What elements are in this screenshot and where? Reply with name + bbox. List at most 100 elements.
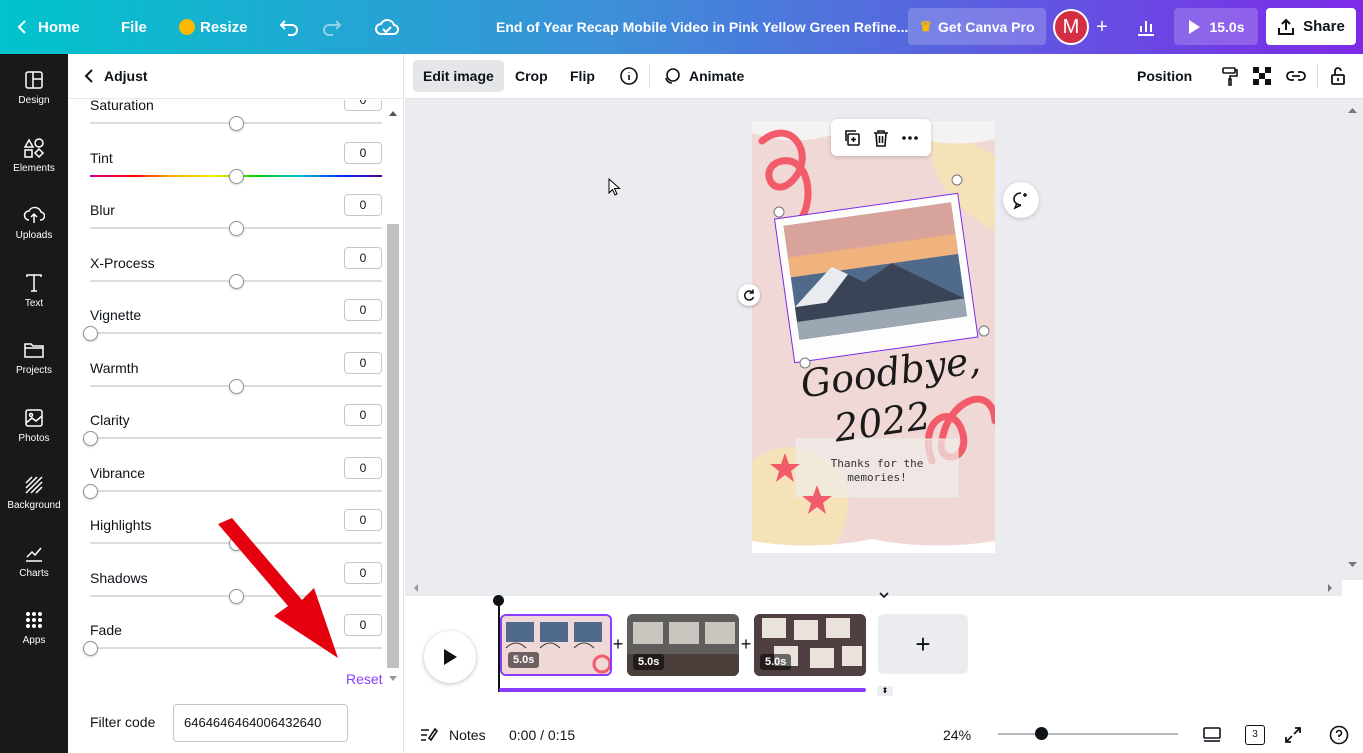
insights-button[interactable]: [1136, 0, 1156, 54]
sidebar-item-projects[interactable]: Projects: [0, 328, 68, 388]
zoom-level[interactable]: 24%: [943, 716, 971, 753]
slider-knob[interactable]: [83, 431, 98, 446]
page-view-icon: [1203, 726, 1221, 742]
sidebar-item-design[interactable]: Design: [0, 58, 68, 118]
share-button[interactable]: Share: [1266, 8, 1356, 45]
sidebar-item-text[interactable]: Text: [0, 261, 68, 321]
slider-value-input[interactable]: 0: [344, 299, 382, 321]
undo-icon: [279, 20, 298, 36]
position-button[interactable]: Position: [1127, 60, 1202, 92]
design-page[interactable]: Goodbye, 2022 Thanks for the memories!: [752, 121, 995, 553]
redo-button[interactable]: [322, 0, 342, 54]
undo-button[interactable]: [279, 0, 299, 54]
timeline-resize-handle[interactable]: ⬍: [877, 686, 893, 696]
trash-icon[interactable]: [872, 129, 890, 147]
slider-value-input[interactable]: 0: [344, 351, 382, 374]
zoom-slider-track[interactable]: [998, 733, 1178, 735]
slider-value-input[interactable]: 0: [344, 456, 382, 479]
timeline-clip-3[interactable]: 5.0s: [754, 614, 866, 676]
more-icon[interactable]: [901, 129, 919, 147]
slider-row-blur: Blur 0: [90, 194, 382, 254]
sidebar-item-elements[interactable]: Elements: [0, 126, 68, 186]
slider-track[interactable]: [90, 489, 382, 492]
scroll-up-icon[interactable]: [386, 108, 400, 118]
slider-value-input[interactable]: 0: [344, 246, 382, 269]
slider-knob[interactable]: [83, 641, 98, 656]
notes-button[interactable]: Notes: [419, 716, 486, 753]
collapse-timeline-icon[interactable]: [874, 590, 894, 600]
scroll-up-icon[interactable]: [1342, 105, 1363, 115]
slider-knob[interactable]: [229, 221, 244, 236]
flip-button[interactable]: Flip: [560, 60, 605, 92]
scroll-right-icon[interactable]: [1325, 580, 1335, 596]
slider-knob[interactable]: [229, 168, 244, 184]
canvas-vertical-scrollbar[interactable]: [1342, 99, 1363, 580]
sidebar-item-apps[interactable]: Apps: [0, 598, 68, 658]
scroll-thumb[interactable]: [387, 224, 399, 668]
slider-value-input[interactable]: 0: [344, 100, 382, 111]
slider-value-input[interactable]: 0: [344, 404, 382, 426]
duplicate-icon[interactable]: [843, 129, 861, 147]
scroll-left-icon[interactable]: [411, 580, 421, 596]
text-icon: [26, 274, 42, 292]
clip-duration: 5.0s: [633, 654, 665, 670]
slider-knob[interactable]: [83, 326, 98, 341]
slider-knob[interactable]: [229, 378, 244, 394]
sidebar-item-uploads[interactable]: Uploads: [0, 193, 68, 253]
invite-plus-icon[interactable]: +: [1091, 16, 1113, 38]
rotate-handle[interactable]: [738, 284, 760, 306]
slider-track[interactable]: [90, 332, 382, 334]
file-menu[interactable]: File: [121, 0, 147, 54]
timeline-clip-2[interactable]: 5.0s: [627, 614, 739, 676]
scroll-down-icon[interactable]: [1342, 560, 1363, 570]
note-text-line-1[interactable]: Thanks for the: [796, 457, 958, 470]
get-pro-button[interactable]: ♛ Get Canva Pro: [908, 8, 1046, 45]
lock-button[interactable]: [1320, 60, 1356, 92]
paint-roller-icon: [1222, 67, 1238, 86]
panel-scrollbar[interactable]: [386, 108, 400, 681]
scroll-down-icon[interactable]: [386, 674, 400, 684]
resize-button[interactable]: Resize: [179, 0, 248, 54]
sidebar-item-label: Uploads: [15, 230, 53, 241]
page-view-button[interactable]: [1202, 716, 1222, 753]
crop-button[interactable]: Crop: [505, 60, 558, 92]
slider-knob[interactable]: [229, 273, 244, 289]
apps-icon: [26, 612, 42, 628]
document-title[interactable]: End of Year Recap Mobile Video in Pink Y…: [496, 0, 908, 54]
timeline-progress-bar: [499, 688, 866, 692]
slider-knob[interactable]: [229, 116, 244, 131]
filter-code-input[interactable]: 6464646464006432640: [173, 704, 348, 742]
add-transition-icon[interactable]: +: [611, 634, 625, 654]
add-comment-button[interactable]: [1003, 182, 1039, 218]
slider-track[interactable]: [90, 437, 382, 439]
help-button[interactable]: [1329, 716, 1349, 753]
avatar[interactable]: M: [1053, 9, 1089, 45]
animate-button[interactable]: Animate: [653, 60, 754, 92]
sidebar-item-charts[interactable]: Charts: [0, 531, 68, 591]
present-play-button[interactable]: 15.0s: [1174, 8, 1258, 45]
sidebar-item-photos[interactable]: Photos: [0, 396, 68, 456]
animate-label: Animate: [689, 68, 745, 84]
home-button[interactable]: Home: [16, 0, 80, 54]
timeline-play-button[interactable]: [424, 631, 476, 683]
note-text-line-2[interactable]: memories!: [796, 471, 958, 484]
link-button[interactable]: [1275, 60, 1317, 92]
timeline-clip-1[interactable]: 5.0s: [500, 614, 612, 676]
slider-row-tint: Tint 0: [90, 141, 382, 202]
save-status-button[interactable]: [375, 0, 399, 54]
sidebar-item-background[interactable]: Background: [0, 463, 68, 523]
add-page-button[interactable]: +: [878, 614, 968, 674]
slider-value-input[interactable]: 0: [344, 141, 382, 164]
add-transition-icon[interactable]: +: [739, 634, 753, 654]
slider-knob[interactable]: [83, 483, 98, 499]
slider-value-input[interactable]: 0: [344, 194, 382, 216]
side-navigation: Design Elements Uploads Text Projects Ph…: [0, 54, 68, 753]
zoom-slider-knob[interactable]: [1035, 727, 1049, 740]
fullscreen-button[interactable]: [1284, 716, 1302, 753]
reset-button[interactable]: Reset: [346, 671, 383, 687]
edit-image-button[interactable]: Edit image: [413, 60, 504, 92]
photo-icon: [25, 409, 43, 427]
info-button[interactable]: [609, 60, 649, 92]
grid-view-button[interactable]: 3: [1245, 716, 1265, 753]
adjust-back-button[interactable]: Adjust: [68, 54, 404, 99]
